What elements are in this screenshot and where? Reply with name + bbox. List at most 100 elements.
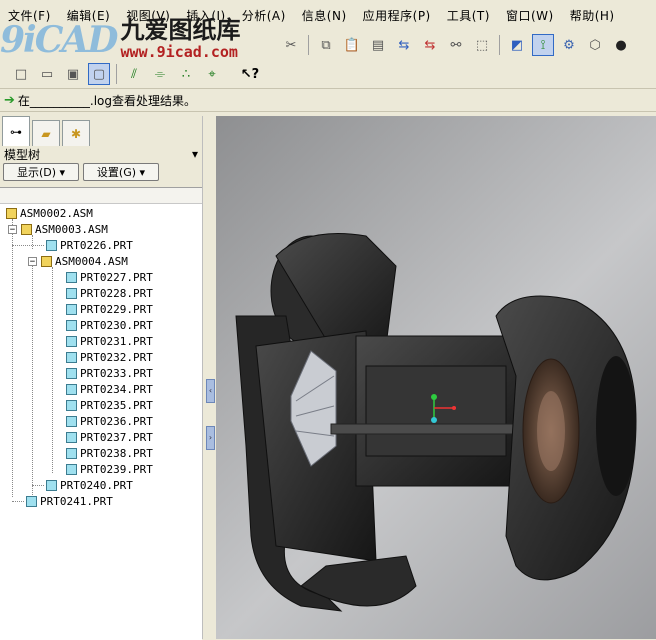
panel-splitter[interactable]: ‹ ›	[202, 116, 217, 639]
tree-guide	[32, 235, 33, 249]
model-tree-header: 模型树 ▾	[0, 146, 202, 162]
collapse-icon[interactable]: −	[28, 256, 37, 266]
coordinate-system-icon[interactable]: ⌖	[201, 63, 223, 85]
paste-special-icon[interactable]: ▤	[367, 34, 389, 56]
tree-node-part[interactable]: PRT0233.PRT	[66, 365, 153, 381]
spin-center-icon[interactable]: ⟟	[532, 34, 554, 56]
tree-node-prt241[interactable]: PRT0241.PRT	[26, 493, 113, 509]
assembly-icon	[6, 207, 17, 219]
print-icon[interactable]: ▢	[88, 63, 110, 85]
assembly-icon	[21, 223, 32, 235]
menu-analysis[interactable]: 分析(A)	[234, 7, 294, 24]
tree-node-label: PRT0227.PRT	[80, 270, 153, 284]
tree-node-label: ASM0003.ASM	[35, 222, 108, 236]
center-housing	[355, 335, 517, 487]
graphics-window[interactable]	[216, 116, 656, 639]
part-icon	[66, 271, 77, 283]
regenerate-icon[interactable]: ⇆	[393, 34, 415, 56]
datum-plane-icon[interactable]: ⫽	[123, 63, 145, 85]
tree-node-asm3[interactable]: − ASM0003.ASM	[8, 221, 108, 237]
tab-folder-browser[interactable]: ▰	[32, 120, 60, 146]
tree-column-header	[0, 188, 202, 204]
tree-node-part[interactable]: PRT0229.PRT	[66, 301, 153, 317]
menu-insert[interactable]: 插入(I)	[178, 7, 233, 24]
toolbar-second: □ ▭ ▣ ▢ ⫽ ⌯ ∴ ⌖ ↖?	[0, 60, 656, 88]
tree-guide	[32, 485, 44, 486]
datum-point-icon[interactable]: ∴	[175, 63, 197, 85]
tree-node-part[interactable]: PRT0228.PRT	[66, 285, 153, 301]
assembly-icon	[41, 255, 52, 267]
collapse-left-icon[interactable]: ‹	[206, 379, 215, 403]
open-icon[interactable]: ▭	[36, 63, 58, 85]
tree-node-part[interactable]: PRT0235.PRT	[66, 397, 153, 413]
tree-node-part[interactable]: PRT0234.PRT	[66, 381, 153, 397]
menu-window[interactable]: 窗口(W)	[498, 7, 562, 24]
toolbar-separator	[308, 35, 309, 55]
part-icon	[66, 303, 77, 315]
tree-node-part[interactable]: PRT0239.PRT	[66, 461, 153, 477]
tree-node-part[interactable]: PRT0232.PRT	[66, 349, 153, 365]
find-icon[interactable]: ⚯	[445, 34, 467, 56]
tree-node-label: PRT0231.PRT	[80, 334, 153, 348]
favorites-icon: ✱	[70, 126, 82, 141]
regenerate-manager-icon[interactable]: ⇆	[419, 34, 441, 56]
tab-model-tree[interactable]: ⊶	[2, 116, 30, 146]
tree-node-label: ASM0004.ASM	[55, 254, 128, 268]
menu-help[interactable]: 帮助(H)	[562, 7, 623, 24]
tree-node-label: PRT0239.PRT	[80, 462, 153, 476]
tree-node-part[interactable]: PRT0236.PRT	[66, 413, 153, 429]
select-box-icon[interactable]: ⬚	[471, 34, 493, 56]
datum-axis-icon[interactable]: ⌯	[149, 63, 171, 85]
turbine-shaft	[330, 423, 532, 435]
tree-node-label: PRT0236.PRT	[80, 414, 153, 428]
toolbar-separator	[116, 64, 117, 84]
settings-button-label: 设置(G)	[96, 166, 137, 179]
tree-node-part[interactable]: PRT0227.PRT	[66, 269, 153, 285]
model-display-icon[interactable]: ⬡	[584, 34, 606, 56]
menu-view[interactable]: 视图(V)	[118, 7, 178, 24]
tree-node-part[interactable]: PRT0238.PRT	[66, 445, 153, 461]
menu-bar: 文件(F) 编辑(E) 视图(V) 插入(I) 分析(A) 信息(N) 应用程序…	[0, 0, 656, 30]
menu-applications[interactable]: 应用程序(P)	[355, 7, 439, 24]
context-help-icon[interactable]: ↖?	[239, 63, 261, 85]
tree-node-asm4[interactable]: − ASM0004.ASM	[28, 253, 128, 269]
tree-node-label: PRT0230.PRT	[80, 318, 153, 332]
new-icon[interactable]: □	[10, 63, 32, 85]
turbocharger-model	[235, 233, 637, 612]
model-tree: ASM0002.ASM − ASM0003.ASM PRT0226.PRT − …	[0, 187, 202, 640]
expand-right-icon[interactable]: ›	[206, 426, 215, 450]
tree-node-part[interactable]: PRT0237.PRT	[66, 429, 153, 445]
datum-display-icon[interactable]: ⚙	[558, 34, 580, 56]
save-icon[interactable]: ▣	[62, 63, 84, 85]
part-icon	[46, 239, 57, 251]
settings-dropdown-button[interactable]: 设置(G) ▾	[83, 163, 159, 181]
tab-favorites[interactable]: ✱	[62, 120, 90, 146]
tree-node-root[interactable]: ASM0002.ASM	[6, 205, 93, 221]
show-dropdown-button[interactable]: 显示(D) ▾	[3, 163, 79, 181]
panel-title: 模型树	[4, 147, 41, 162]
shading-icon[interactable]: ●	[610, 34, 632, 56]
copy-icon[interactable]: ⧉	[315, 34, 337, 56]
chevron-down-icon: ▾	[136, 165, 146, 179]
collapse-panel-icon[interactable]: ▾	[192, 147, 198, 161]
menu-edit[interactable]: 编辑(E)	[59, 7, 118, 24]
tree-node-part[interactable]: PRT0230.PRT	[66, 317, 153, 333]
part-icon	[66, 367, 77, 379]
named-view-icon[interactable]: ◩	[506, 34, 528, 56]
chevron-down-icon: ▾	[56, 165, 66, 179]
menu-tools[interactable]: 工具(T)	[439, 7, 498, 24]
tree-node-part[interactable]: PRT0231.PRT	[66, 333, 153, 349]
model-tree-icon: ⊶	[10, 124, 22, 139]
paste-icon[interactable]: 📋	[341, 34, 363, 56]
cut-icon[interactable]: ✂	[280, 34, 302, 56]
collapse-icon[interactable]: −	[8, 224, 17, 234]
part-icon	[46, 479, 57, 491]
tree-node-label: PRT0234.PRT	[80, 382, 153, 396]
tree-node-prt240[interactable]: PRT0240.PRT	[46, 477, 133, 493]
menu-file[interactable]: 文件(F)	[0, 7, 59, 24]
tree-node-label: PRT0229.PRT	[80, 302, 153, 316]
tree-node-label: PRT0232.PRT	[80, 350, 153, 364]
tree-node-label: PRT0240.PRT	[60, 478, 133, 492]
menu-info[interactable]: 信息(N)	[294, 7, 355, 24]
tree-node-prt226[interactable]: PRT0226.PRT	[46, 237, 133, 253]
